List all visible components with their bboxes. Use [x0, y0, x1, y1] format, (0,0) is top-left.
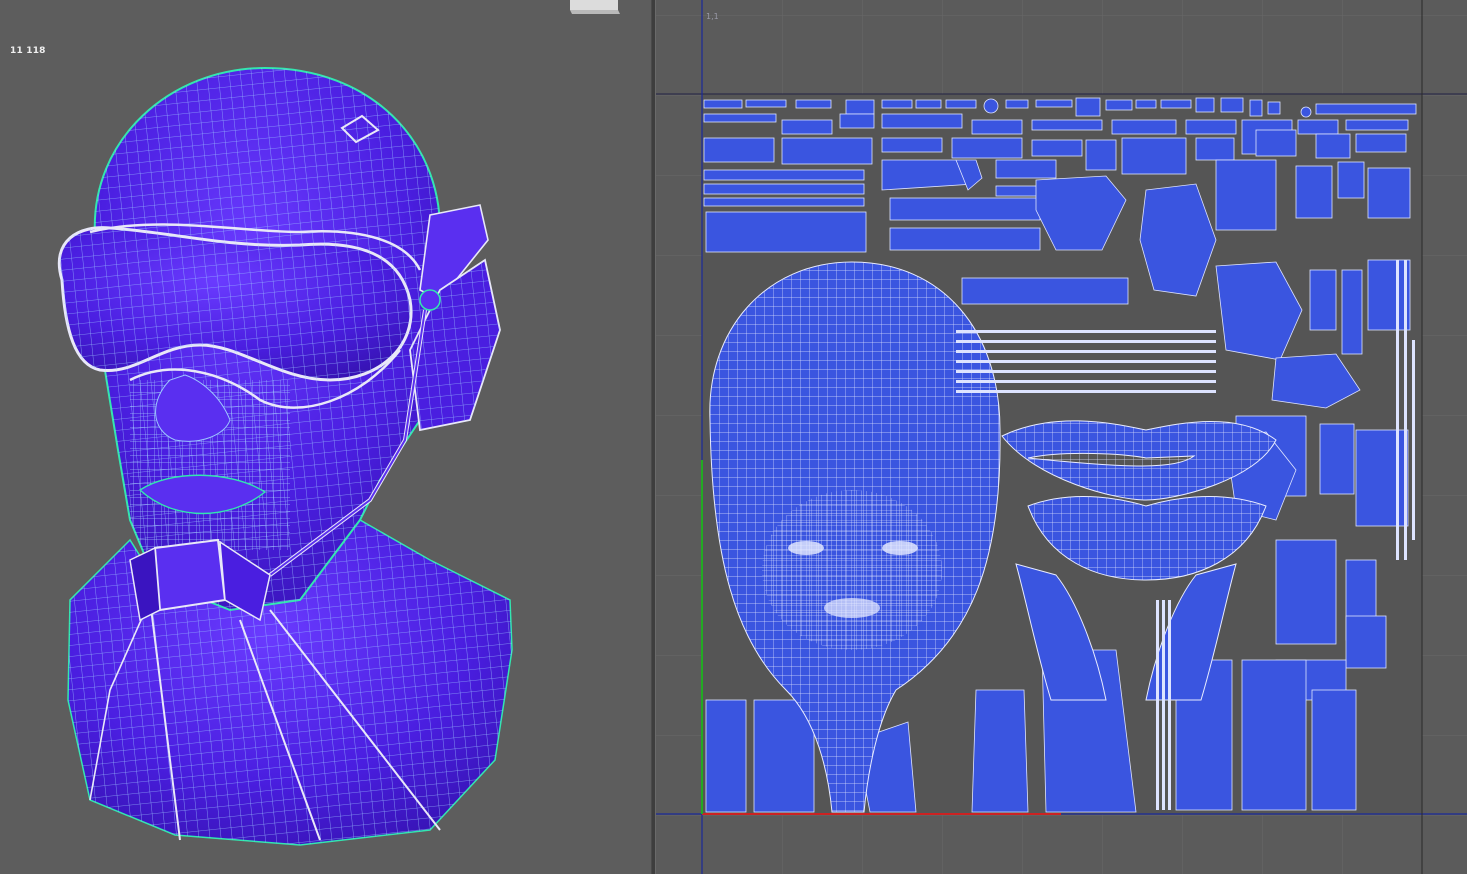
3d-viewport[interactable]: 11 118 — [0, 0, 651, 874]
uv-face-shell — [709, 261, 1001, 813]
uv-shells[interactable] — [656, 0, 1467, 874]
uv-editor-panel[interactable]: 1,1 — [656, 0, 1467, 874]
head-mesh-render[interactable] — [0, 0, 651, 874]
